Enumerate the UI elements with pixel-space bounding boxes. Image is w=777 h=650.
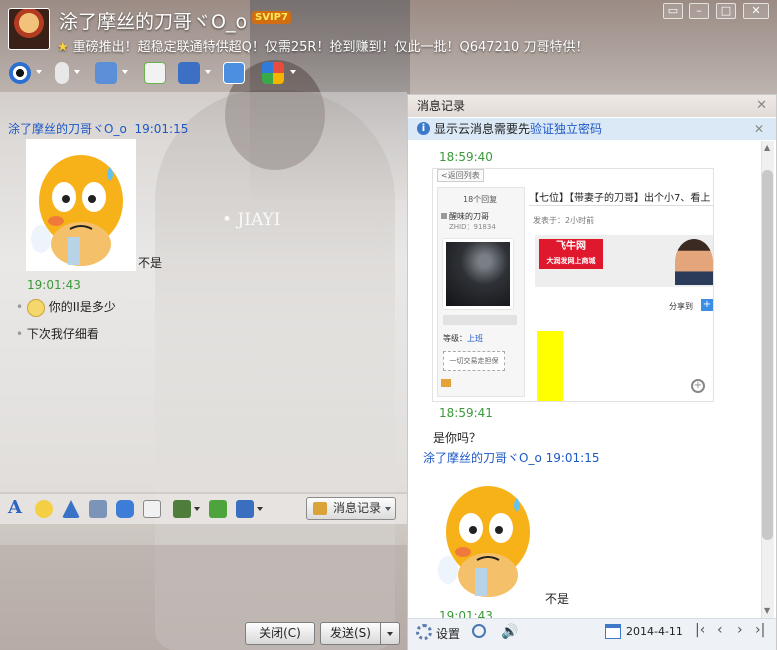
chevron-down-icon[interactable] (290, 70, 296, 74)
maximize-button[interactable]: □ (716, 3, 736, 19)
group-chat-icon[interactable] (144, 62, 166, 84)
music-icon[interactable] (209, 500, 227, 518)
history-scrollbar-thumb[interactable] (762, 170, 773, 540)
history-message-text: 是你吗？ (433, 431, 482, 445)
verify-password-link[interactable]: 验证独立密码 (530, 122, 602, 136)
ad-person (675, 239, 713, 285)
file-transfer-icon[interactable] (95, 62, 117, 84)
previous-page-icon[interactable]: ‹ (717, 622, 723, 638)
skin-button[interactable]: ▭ (663, 3, 683, 19)
medal-icon (441, 379, 451, 387)
thread-title: 【七位】【带妻子的刀哥】出个小7、看上 (529, 193, 711, 204)
history-date[interactable]: 2014-4-11 (626, 625, 683, 638)
ad-banner: 飞牛网 大润发网上商城 (535, 235, 713, 287)
contact-name: 涂了摩丝的刀哥ヾO_o (59, 11, 248, 33)
sticker-image[interactable] (26, 139, 136, 271)
ad-brand: 飞牛网 大润发网上商城 (539, 239, 603, 269)
history-time: 18:59:41 (439, 406, 493, 420)
font-icon[interactable]: A (8, 497, 26, 518)
close-notice-icon[interactable]: ✕ (754, 118, 764, 140)
send-options-button[interactable] (380, 622, 400, 645)
speaker-icon[interactable]: 🔊 (501, 624, 518, 640)
emoji-icon[interactable] (35, 500, 53, 518)
send-button[interactable]: 发送(S) (320, 622, 380, 645)
scroll-down-icon[interactable]: ▼ (764, 606, 770, 615)
message-history-label: 消息记录 (333, 501, 382, 515)
message-history-button[interactable]: 消息记录 (306, 497, 396, 520)
close-history-icon[interactable]: ✕ (756, 98, 767, 113)
svip-badge[interactable]: SVIP7 (252, 11, 291, 24)
voice-call-icon[interactable] (55, 62, 69, 84)
zoom-in-icon: + (691, 379, 705, 393)
remote-desktop-icon[interactable] (178, 62, 200, 84)
chevron-down-icon[interactable] (205, 70, 211, 74)
chevron-down-icon[interactable] (74, 70, 80, 74)
user-icon (441, 213, 447, 219)
apps-icon[interactable] (262, 62, 284, 84)
video-call-icon[interactable] (9, 62, 31, 84)
scroll-up-icon[interactable]: ▲ (764, 143, 770, 152)
divider (529, 205, 713, 206)
settings-label[interactable]: 设置 (436, 625, 460, 642)
image-icon[interactable] (173, 500, 191, 518)
history-time: 18:59:40 (439, 150, 493, 164)
chevron-down-icon[interactable] (194, 507, 200, 511)
chevron-down-icon[interactable] (36, 70, 42, 74)
contact-signature: ★ 重磅推出！超稳定联通特供超Q！仅需25R！抢到赚到！仅此一批！Q647210 … (57, 36, 588, 55)
share-plus-icon: + (701, 299, 713, 311)
chevron-down-icon[interactable] (122, 70, 128, 74)
message-line-2: • 下次我仔细看 (16, 327, 99, 341)
yellow-block (537, 331, 563, 401)
search-icon[interactable] (472, 624, 486, 638)
post-time: 发表于：2小时前 (533, 216, 595, 225)
user-level: 等级：上班 (443, 334, 483, 343)
worried-emoji-icon (26, 298, 45, 317)
history-icon (313, 502, 327, 515)
minimize-button[interactable]: – (689, 3, 709, 19)
trade-guarantee-button: 一切交易走担保 (443, 351, 505, 371)
user-id: ZHID：91834 (449, 223, 496, 231)
reply-count: 18个回复 (463, 195, 498, 204)
share-label: 分享到 (669, 302, 693, 311)
user-name: 醒味的刀哥 (449, 212, 489, 221)
voice-message-icon[interactable] (116, 500, 134, 518)
last-page-icon[interactable]: ›| (755, 622, 765, 638)
history-time: 19:01:43 (439, 609, 493, 618)
photo-watermark: • JIAYI (222, 210, 281, 230)
message-line-1: • 你的II是多少 (16, 298, 116, 317)
chevron-down-icon[interactable] (257, 507, 263, 511)
chevron-down-icon (387, 631, 393, 636)
sticker-caption: 不是 (138, 256, 163, 270)
first-page-icon[interactable]: |‹ (695, 622, 705, 638)
back-to-list-label: <返回列表 (437, 169, 484, 182)
message-time: 19:01:43 (27, 278, 81, 292)
screenshot-icon[interactable] (236, 500, 254, 518)
history-sticker-image[interactable] (433, 470, 543, 602)
history-panel-title: 消息记录 (408, 95, 776, 117)
star-icon: ★ (57, 40, 69, 55)
signature-text: 重磅推出！超稳定联通特供超Q！仅需25R！抢到赚到！仅此一批！Q647210 刀… (72, 40, 589, 55)
gif-icon[interactable] (89, 500, 107, 518)
user-avatar-photo (443, 239, 513, 309)
user-action-icons (443, 315, 517, 325)
calendar-icon[interactable] (605, 624, 621, 639)
close-button[interactable]: 关闭(C) (245, 622, 315, 645)
note-icon[interactable] (143, 500, 161, 518)
next-page-icon[interactable]: › (737, 622, 743, 638)
history-message-sender: 涂了摩丝的刀哥ヾO_o 19:01:15 (423, 451, 600, 465)
history-sticker-caption: 不是 (545, 592, 570, 606)
cloud-message-notice: i 显示云消息需要先验证独立密码 ✕ (408, 118, 776, 140)
message-sender: 涂了摩丝的刀哥ヾO_o 19:01:15 (8, 122, 189, 136)
share-screen-icon[interactable] (223, 62, 245, 84)
info-icon: i (417, 122, 430, 135)
close-window-button[interactable]: ✕ (743, 3, 769, 19)
forum-screenshot-image[interactable]: <返回列表 18个回复 【七位】【带妻子的刀哥】出个小7、看上 醒味的刀哥 ZH… (432, 168, 714, 402)
settings-gear-icon[interactable] (416, 624, 432, 640)
chevron-down-icon[interactable] (385, 507, 391, 511)
avatar[interactable] (8, 8, 50, 50)
